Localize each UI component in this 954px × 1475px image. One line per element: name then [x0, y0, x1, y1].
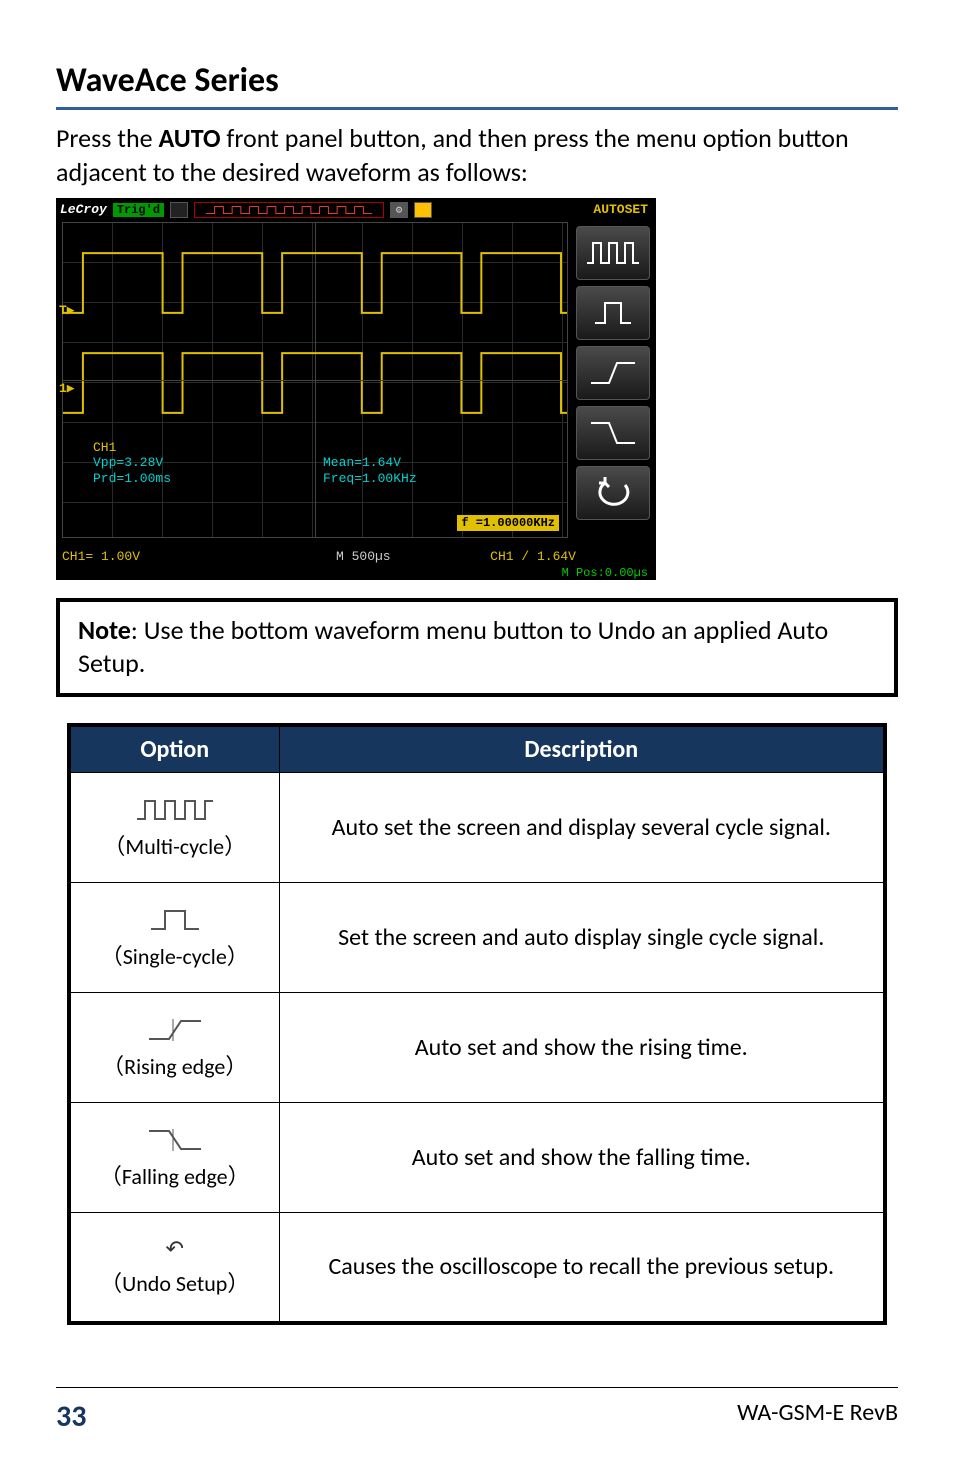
col-option-header: Option — [69, 725, 279, 773]
menu-rising-edge-button[interactable] — [576, 346, 650, 400]
opt-desc: Set the screen and auto display single c… — [279, 883, 885, 993]
menu-single-cycle-button[interactable] — [576, 286, 650, 340]
opt-label: （Falling edge） — [100, 1159, 250, 1191]
options-table: Option Description （Multi-cycle） Auto se… — [67, 723, 887, 1325]
opt-label: （Undo Setup） — [100, 1266, 249, 1298]
intro-pre: Press the — [56, 122, 159, 154]
note-text: : Use the bottom waveform menu button to… — [78, 614, 828, 680]
scope-top-bar: LeCroy Trig'd ⚙ AUTOSET — [56, 198, 656, 222]
table-row: （Falling edge） Auto set and show the fal… — [69, 1103, 885, 1213]
intro-text: Press the AUTO front panel button, and t… — [56, 122, 898, 190]
multi-cycle-icon — [135, 795, 215, 825]
opt-label: （Rising edge） — [102, 1049, 247, 1081]
menu-multi-cycle-button[interactable] — [576, 226, 650, 280]
run-icon — [170, 202, 188, 218]
overview-waveform — [194, 202, 384, 218]
opt-desc: Auto set and show the rising time. — [279, 993, 885, 1103]
oscilloscope-screenshot: LeCroy Trig'd ⚙ AUTOSET T▶ 1▶ CH1 Vpp=3.… — [56, 198, 656, 580]
col-description-header: Description — [279, 725, 885, 773]
scope-bottom-bar: CH1= 1.00V M 500µs CH1 / 1.64V M Pos:0.0… — [56, 544, 656, 580]
table-row: （Rising edge） Auto set and show the risi… — [69, 993, 885, 1103]
waveform-lower — [63, 343, 567, 423]
bottom-trigger: CH1 / 1.64V — [490, 549, 576, 564]
opt-desc: Causes the oscilloscope to recall the pr… — [279, 1213, 885, 1323]
page-footer: 33 WA-GSM-E RevB — [56, 1387, 898, 1435]
bottom-position: M Pos:0.00µs — [562, 566, 648, 580]
page-number: 33 — [56, 1398, 86, 1435]
menu-undo-button[interactable] — [576, 466, 650, 520]
note-label: Note — [78, 614, 131, 646]
scope-side-menu — [576, 226, 650, 520]
ch1-marker: 1▶ — [59, 381, 75, 396]
doc-id: WA-GSM-E RevB — [737, 1398, 898, 1435]
meas-prd: Prd=1.00ms — [93, 471, 171, 487]
meas-ch1-label: CH1 — [93, 440, 171, 456]
opt-desc: Auto set and show the falling time. — [279, 1103, 885, 1213]
brand-label: LeCroy — [60, 202, 107, 217]
meas-vpp: Vpp=3.28V — [93, 455, 171, 471]
note-box: Note: Use the bottom waveform menu butto… — [56, 598, 898, 698]
meas-mean: Mean=1.64V — [323, 455, 417, 471]
menu-falling-edge-button[interactable] — [576, 406, 650, 460]
meas-freq: Freq=1.00KHz — [323, 471, 417, 487]
autoset-label: AUTOSET — [593, 202, 648, 217]
opt-desc: Auto set the screen and display several … — [279, 773, 885, 883]
measurements-left: CH1 Vpp=3.28V Prd=1.00ms — [93, 440, 171, 487]
bottom-ch1: CH1= 1.00V — [62, 549, 140, 564]
trigger-status: Trig'd — [113, 203, 164, 217]
undo-icon: ↶ — [166, 1235, 184, 1262]
scope-grid: T▶ 1▶ CH1 Vpp=3.28V Prd=1.00ms Mean=1.64… — [62, 222, 568, 538]
table-row: （Single-cycle） Set the screen and auto d… — [69, 883, 885, 993]
table-row: ↶ （Undo Setup） Causes the oscilloscope t… — [69, 1213, 885, 1323]
waveform-upper — [63, 243, 567, 323]
page-title: WaveAce Series — [56, 60, 898, 110]
save-icon — [414, 202, 432, 218]
freq-badge: f =1.00000KHz — [457, 515, 559, 531]
rising-edge-icon — [135, 1015, 215, 1045]
opt-label: （Single-cycle） — [101, 939, 249, 971]
settings-icon: ⚙ — [390, 202, 408, 218]
falling-edge-icon — [135, 1125, 215, 1155]
trigger-marker: T▶ — [59, 303, 75, 318]
intro-bold: AUTO — [159, 122, 221, 154]
measurements-right: Mean=1.64V Freq=1.00KHz — [323, 440, 417, 487]
single-cycle-icon — [135, 905, 215, 935]
bottom-timebase: M 500µs — [336, 549, 391, 564]
table-row: （Multi-cycle） Auto set the screen and di… — [69, 773, 885, 883]
opt-label: （Multi-cycle） — [103, 829, 246, 861]
